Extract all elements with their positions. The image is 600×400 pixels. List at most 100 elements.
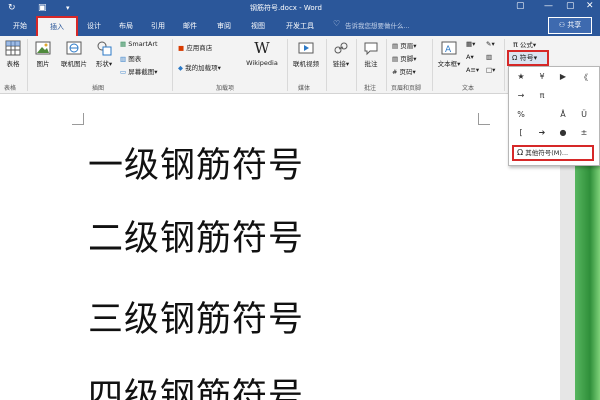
table-button[interactable]: 表格 (3, 40, 23, 68)
store-label: 应用商店 (186, 44, 213, 52)
more-symbols-button[interactable]: Ω 其他符号(M)... (512, 145, 594, 161)
symbol-cell[interactable]: ● (556, 128, 570, 137)
document-line-1[interactable]: 一级钢筋符号 (88, 137, 304, 188)
group-media-label: 媒体 (298, 85, 311, 92)
chevron-down-icon: ▾ (108, 60, 113, 68)
symbol-cell[interactable]: ▶ (556, 72, 570, 81)
online-picture-icon (66, 41, 82, 55)
symbol-cell[interactable]: Ü (577, 110, 591, 119)
group-divider (386, 39, 387, 91)
store-icon: ■ (178, 44, 185, 52)
symbol-cell[interactable]: π (535, 91, 549, 100)
chart-button[interactable]: ▥ 图表 (120, 53, 141, 63)
tab-insert[interactable]: 插入 (36, 16, 78, 36)
margin-corner-marker (478, 113, 490, 125)
online-picture-label: 联机图片 (61, 60, 87, 68)
share-button[interactable]: ⚇ 共享 (548, 17, 592, 34)
smartart-button[interactable]: ▦ SmartArt (120, 40, 158, 48)
online-video-button[interactable]: 联机视频 (290, 40, 322, 68)
page-number-button[interactable]: # 页码▾ (392, 66, 416, 76)
quick-parts-icon[interactable]: ▦▾ (466, 40, 475, 48)
share-label: 共享 (567, 21, 582, 29)
restore-button[interactable]: ▢ (516, 1, 525, 11)
wordart-icon[interactable]: A▾ (466, 53, 474, 61)
object-icon[interactable]: □▾ (486, 66, 495, 74)
group-divider (287, 39, 288, 91)
signature-line-icon[interactable]: ✎▾ (486, 40, 495, 48)
tab-references[interactable]: 引用 (144, 19, 172, 36)
header-button[interactable]: ▤ 页眉▾ (392, 40, 417, 50)
group-comments-label: 批注 (364, 85, 377, 92)
chevron-down-icon: ▾ (413, 42, 417, 50)
tell-me-input[interactable]: 告诉我您想要做什么... (345, 20, 410, 30)
store-button[interactable]: ■ 应用商店 (178, 42, 212, 52)
chevron-down-icon: ▾ (413, 55, 417, 63)
tab-home[interactable]: 开始 (6, 19, 34, 36)
close-button[interactable]: ✕ (586, 1, 594, 11)
ribbon-tabs: 开始 插入 设计 布局 引用 邮件 审阅 视图 开发工具 ♡ 告诉我您想要做什么… (0, 16, 600, 36)
textbox-icon: A (441, 41, 457, 55)
symbol-cell[interactable]: ¥ (535, 72, 549, 81)
symbol-button[interactable]: Ω 符号▾ (507, 50, 549, 66)
equation-button[interactable]: π 公式▾ (513, 39, 536, 49)
link-button[interactable]: 链接▾ (330, 40, 352, 68)
chevron-down-icon: ▾ (217, 64, 221, 72)
tab-view[interactable]: 视图 (244, 19, 272, 36)
smartart-label: SmartArt (128, 40, 158, 48)
table-label: 表格 (6, 60, 20, 68)
customize-quick-access-icon[interactable]: ▾ (66, 2, 70, 14)
document-line-4[interactable]: 四级钢筋符号 (88, 368, 304, 400)
page-number-label: 页码 (399, 68, 413, 76)
symbol-cell[interactable]: ★ (514, 72, 528, 81)
my-addins-button[interactable]: ◆ 我的加载项▾ (178, 62, 221, 72)
title-bar: ↻ ▣ ▾ 钢筋符号.docx - Word ▢ — ▢ ✕ (0, 0, 600, 16)
symbol-cell[interactable]: [ (514, 128, 528, 137)
comment-button[interactable]: 批注 (360, 40, 382, 68)
shapes-button[interactable]: 形状▾ (93, 40, 115, 68)
tab-design[interactable]: 设计 (80, 19, 108, 36)
comment-label: 批注 (364, 60, 378, 68)
dropcap-icon[interactable]: A≡▾ (466, 66, 479, 74)
picture-icon (35, 41, 51, 55)
chevron-down-icon: ▾ (457, 60, 461, 68)
autosave-icon[interactable]: ↻ (8, 2, 16, 14)
textbox-label: 文本框 (437, 60, 458, 68)
window-title: 钢筋符号.docx - Word (250, 4, 322, 12)
chevron-down-icon: ▾ (532, 41, 537, 49)
chevron-down-icon: ▾ (533, 54, 538, 62)
group-tables-label: 表格 (4, 85, 17, 92)
tab-mailings[interactable]: 邮件 (176, 19, 204, 36)
video-icon (298, 42, 314, 54)
picture-button[interactable]: 图片 (32, 40, 54, 68)
symbol-label: 符号 (519, 54, 534, 62)
maximize-button[interactable]: ▢ (566, 1, 575, 11)
document-line-3[interactable]: 三级钢筋符号 (88, 291, 304, 342)
wikipedia-label: Wikipedia (246, 59, 278, 67)
person-icon: ⚇ (558, 21, 566, 29)
symbol-cell[interactable]: % (514, 110, 528, 119)
minimize-button[interactable]: — (544, 1, 553, 11)
omega-icon: Ω (517, 148, 524, 157)
footer-button[interactable]: ▤ 页脚▾ (392, 53, 417, 63)
online-picture-button[interactable]: 联机图片 (58, 40, 90, 68)
symbol-cell[interactable]: Å (556, 110, 570, 119)
textbox-button[interactable]: A 文本框▾ (436, 40, 462, 68)
group-divider (326, 39, 327, 91)
date-time-icon[interactable]: ▥ (486, 53, 492, 61)
tab-review[interactable]: 审阅 (210, 19, 238, 36)
symbol-cell[interactable]: ± (577, 128, 591, 137)
chevron-down-icon: ▾ (412, 68, 416, 76)
save-icon[interactable]: ▣ (38, 2, 47, 14)
symbol-cell[interactable]: 《 (577, 72, 591, 83)
addins-icon: ◆ (178, 64, 183, 72)
omega-icon: Ω (512, 54, 518, 62)
symbol-cell[interactable]: ➔ (535, 128, 549, 137)
symbol-cell[interactable]: → (514, 91, 528, 100)
document-line-2[interactable]: 二级钢筋符号 (88, 210, 304, 261)
wikipedia-button[interactable]: W Wikipedia (240, 39, 284, 67)
tab-developer[interactable]: 开发工具 (278, 19, 322, 36)
pi-icon: π (513, 40, 518, 49)
symbol-dropdown: ★ ¥ ▶ 《 → π % Å Ü [ ➔ ● ± Ω 其他符号(M)... (508, 66, 600, 166)
screenshot-button[interactable]: ▭ 屏幕截图▾ (120, 66, 158, 76)
tab-layout[interactable]: 布局 (112, 19, 140, 36)
